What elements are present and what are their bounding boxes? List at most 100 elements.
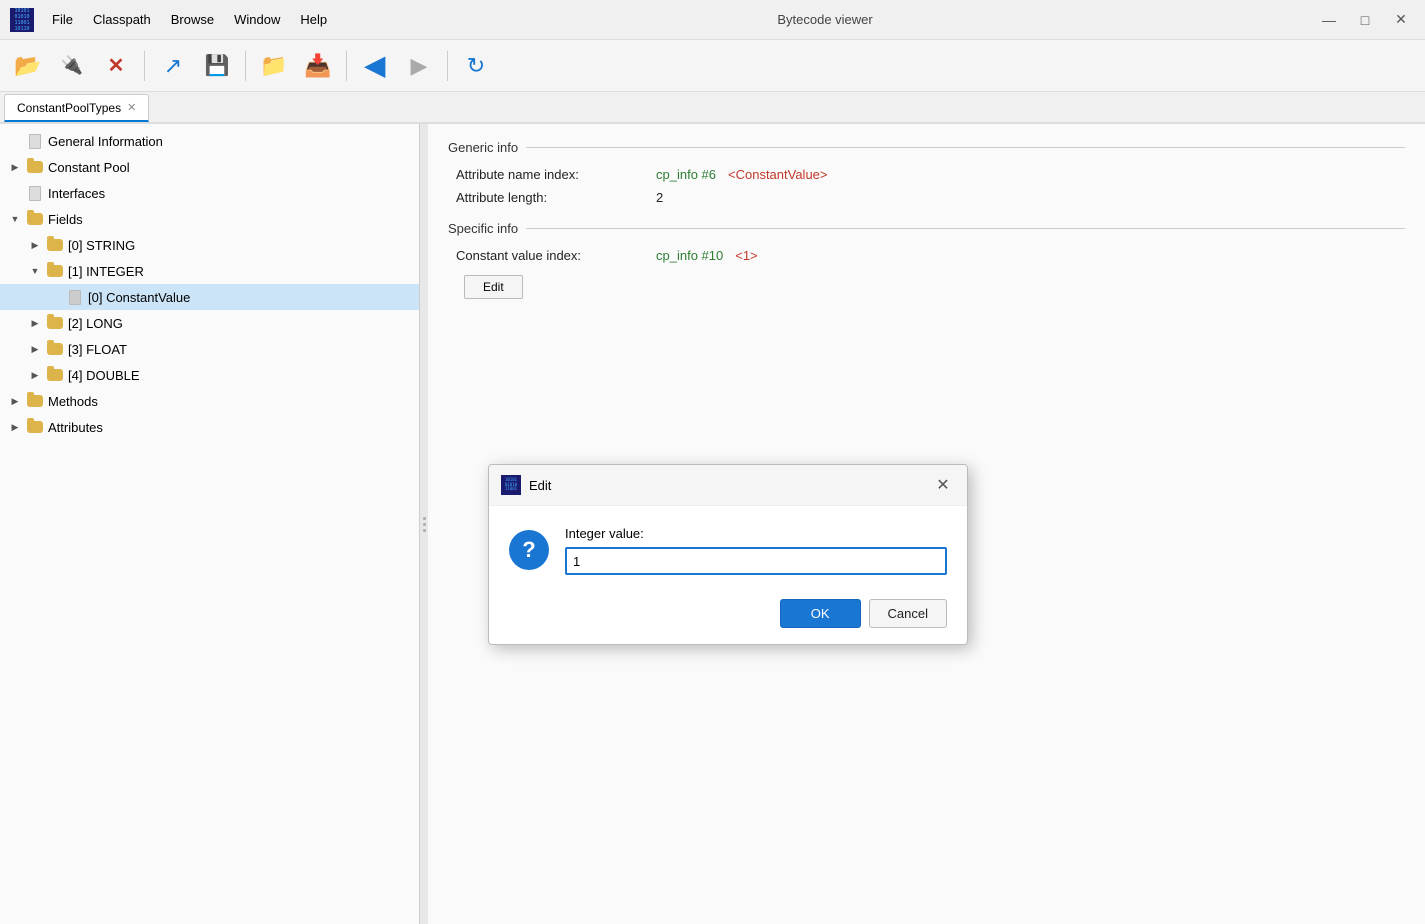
tab-bar: ConstantPoolTypes ✕ bbox=[0, 92, 1425, 124]
folder-icon bbox=[46, 262, 64, 280]
splitter-dot bbox=[423, 523, 426, 526]
tree-label: [0] ConstantValue bbox=[88, 290, 190, 305]
splitter-dot bbox=[423, 517, 426, 520]
tree-label: Fields bbox=[48, 212, 83, 227]
dialog-overlay: 101010101011001 Edit ✕ ? Integer value: bbox=[428, 124, 1425, 924]
right-panel: Generic info Attribute name index: cp_in… bbox=[428, 124, 1425, 924]
menu-help[interactable]: Help bbox=[292, 10, 335, 29]
tree-label: [1] INTEGER bbox=[68, 264, 144, 279]
constantpooltypes-tab[interactable]: ConstantPoolTypes ✕ bbox=[4, 94, 149, 122]
cancel-button[interactable]: Cancel bbox=[869, 599, 947, 628]
tree-item-methods[interactable]: ▶ Methods bbox=[0, 388, 419, 414]
dialog-title-bar: 101010101011001 Edit ✕ bbox=[489, 465, 967, 506]
minimize-button[interactable]: — bbox=[1315, 6, 1343, 34]
tab-label: ConstantPoolTypes bbox=[17, 101, 121, 115]
tree-item-fields-3-float[interactable]: ▶ [3] FLOAT bbox=[0, 336, 419, 362]
plugin-button[interactable]: 🔌 bbox=[52, 46, 92, 86]
tree-item-fields-1-integer[interactable]: ▼ [1] INTEGER bbox=[0, 258, 419, 284]
export-button[interactable]: ↗ bbox=[153, 46, 193, 86]
tree-item-fields[interactable]: ▼ Fields bbox=[0, 206, 419, 232]
tree-label: Attributes bbox=[48, 420, 103, 435]
separator-3 bbox=[346, 51, 347, 81]
plug-icon: 🔌 bbox=[61, 55, 83, 76]
tree-arrow: ▶ bbox=[28, 344, 42, 355]
dialog-fields: Integer value: bbox=[565, 526, 947, 575]
menu-window[interactable]: Window bbox=[226, 10, 288, 29]
save-button[interactable]: 💾 bbox=[197, 46, 237, 86]
separator-2 bbox=[245, 51, 246, 81]
main-content: General Information ▶ Constant Pool Inte… bbox=[0, 124, 1425, 924]
menu-classpath[interactable]: Classpath bbox=[85, 10, 159, 29]
menu-browse[interactable]: Browse bbox=[163, 10, 222, 29]
question-icon: ? bbox=[509, 530, 549, 570]
splitter-handle bbox=[423, 517, 426, 532]
integer-value-label: Integer value: bbox=[565, 526, 947, 541]
toolbar: 📂 🔌 ✕ ↗ 💾 📁 📥 ◀ ▶ ↻ bbox=[0, 40, 1425, 92]
dialog-content: ? Integer value: bbox=[509, 526, 947, 575]
back-button[interactable]: ◀ bbox=[355, 46, 395, 86]
close-file-button[interactable]: ✕ bbox=[96, 46, 136, 86]
tree-label: [3] FLOAT bbox=[68, 342, 127, 357]
dialog-title: Edit bbox=[529, 478, 931, 493]
folder-open-button[interactable]: 📁 bbox=[254, 46, 294, 86]
folder-icon bbox=[46, 314, 64, 332]
tree-arrow: ▼ bbox=[8, 214, 22, 224]
separator-4 bbox=[447, 51, 448, 81]
tree-arrow: ▶ bbox=[8, 396, 22, 407]
dialog-logo: 101010101011001 bbox=[501, 475, 521, 495]
title-bar: 10101010101100110110 File Classpath Brow… bbox=[0, 0, 1425, 40]
tree-arrow: ▶ bbox=[28, 318, 42, 329]
folder-icon bbox=[46, 236, 64, 254]
menu-file[interactable]: File bbox=[44, 10, 81, 29]
dialog-close-button[interactable]: ✕ bbox=[931, 473, 955, 497]
close-icon: ✕ bbox=[108, 53, 125, 78]
tree-item-fields-4-double[interactable]: ▶ [4] DOUBLE bbox=[0, 362, 419, 388]
tree-item-attributes[interactable]: ▶ Attributes bbox=[0, 414, 419, 440]
tree-item-fields-2-long[interactable]: ▶ [2] LONG bbox=[0, 310, 419, 336]
tree-label: General Information bbox=[48, 134, 163, 149]
tree-arrow: ▶ bbox=[28, 370, 42, 381]
maximize-button[interactable]: □ bbox=[1351, 6, 1379, 34]
back-icon: ◀ bbox=[365, 50, 385, 81]
open-button[interactable]: 📂 bbox=[8, 46, 48, 86]
folder-icon bbox=[46, 340, 64, 358]
folder-icon bbox=[46, 366, 64, 384]
forward-icon: ▶ bbox=[411, 53, 428, 79]
file-icon bbox=[66, 288, 84, 306]
menu-bar: File Classpath Browse Window Help bbox=[44, 10, 335, 29]
integer-value-input[interactable] bbox=[565, 547, 947, 575]
tree-label: [2] LONG bbox=[68, 316, 123, 331]
splitter-dot bbox=[423, 529, 426, 532]
left-panel: General Information ▶ Constant Pool Inte… bbox=[0, 124, 420, 924]
folder-icon bbox=[26, 418, 44, 436]
refresh-button[interactable]: ↻ bbox=[456, 46, 496, 86]
tree-arrow: ▶ bbox=[8, 162, 22, 173]
file-icon bbox=[26, 132, 44, 150]
window-controls: — □ ✕ bbox=[1315, 6, 1415, 34]
folder-open-icon: 📁 bbox=[260, 53, 287, 79]
tree-label: Methods bbox=[48, 394, 98, 409]
edit-dialog: 101010101011001 Edit ✕ ? Integer value: bbox=[488, 464, 968, 645]
save-as-icon: 📥 bbox=[304, 53, 331, 79]
open-icon: 📂 bbox=[14, 53, 41, 79]
panel-splitter[interactable] bbox=[420, 124, 428, 924]
window-title: Bytecode viewer bbox=[335, 12, 1315, 27]
tree-item-general-info[interactable]: General Information bbox=[0, 128, 419, 154]
dialog-body: ? Integer value: OK Cancel bbox=[489, 506, 967, 644]
forward-button[interactable]: ▶ bbox=[399, 46, 439, 86]
tree-item-constant-pool[interactable]: ▶ Constant Pool bbox=[0, 154, 419, 180]
tree-item-fields-0-string[interactable]: ▶ [0] STRING bbox=[0, 232, 419, 258]
tree-item-constantvalue[interactable]: [0] ConstantValue bbox=[0, 284, 419, 310]
file-icon bbox=[26, 184, 44, 202]
save-as-button[interactable]: 📥 bbox=[298, 46, 338, 86]
tree-arrow: ▶ bbox=[28, 240, 42, 251]
close-window-button[interactable]: ✕ bbox=[1387, 6, 1415, 34]
tree-arrow: ▼ bbox=[28, 266, 42, 276]
folder-icon bbox=[26, 158, 44, 176]
refresh-icon: ↻ bbox=[467, 53, 485, 79]
ok-button[interactable]: OK bbox=[780, 599, 861, 628]
tab-close-icon[interactable]: ✕ bbox=[127, 101, 136, 114]
folder-icon bbox=[26, 392, 44, 410]
tree-item-interfaces[interactable]: Interfaces bbox=[0, 180, 419, 206]
tree-label: Interfaces bbox=[48, 186, 105, 201]
